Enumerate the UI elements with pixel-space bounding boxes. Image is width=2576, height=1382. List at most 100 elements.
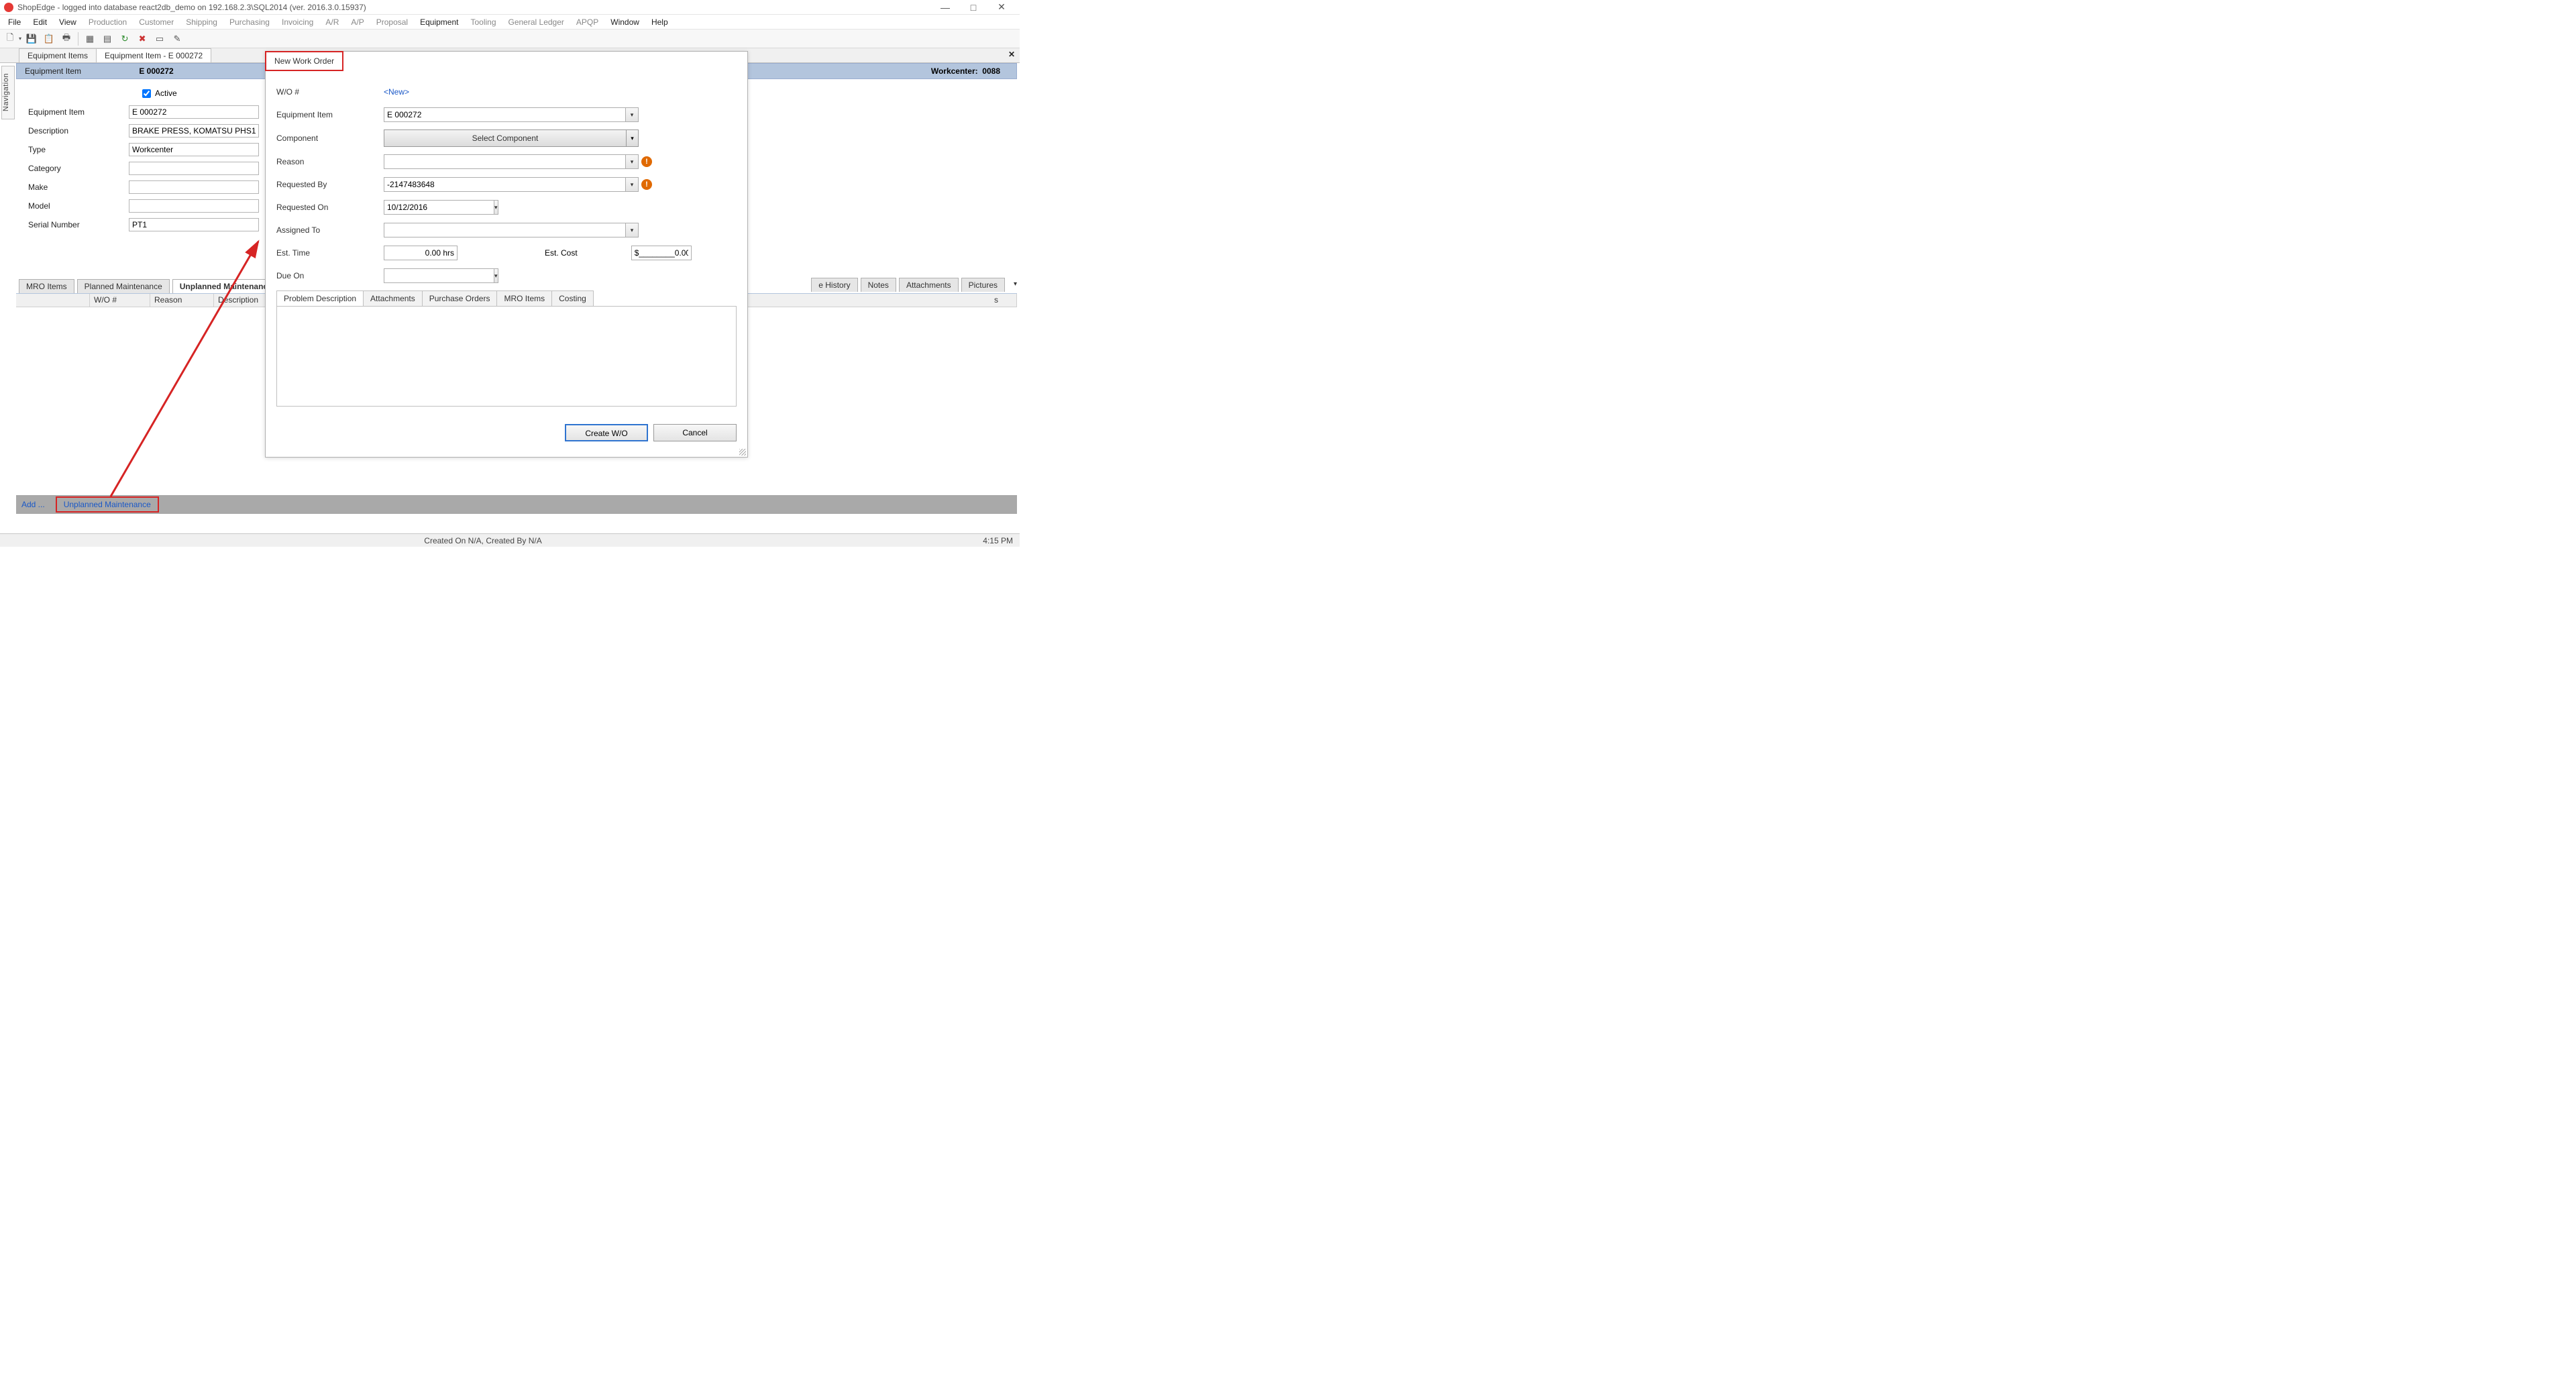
grid-col-description[interactable]: Description: [214, 294, 268, 307]
menu-proposal[interactable]: Proposal: [371, 16, 413, 28]
menu-edit[interactable]: Edit: [28, 16, 52, 28]
close-button[interactable]: ✕: [987, 1, 1016, 13]
unplanned-maintenance-button[interactable]: Unplanned Maintenance: [56, 496, 159, 513]
dlg-assigned-to-input[interactable]: [384, 223, 625, 237]
problem-description-textarea[interactable]: [276, 306, 737, 407]
tab-equipment-items[interactable]: Equipment Items: [19, 48, 97, 62]
dlg-est-time-input[interactable]: [384, 246, 458, 260]
new-work-order-dialog: New Work Order W/O # <New> Equipment Ite…: [265, 51, 748, 458]
grid2-icon[interactable]: ▤: [100, 32, 115, 46]
new-icon[interactable]: 🗋: [3, 32, 17, 46]
chevron-down-icon[interactable]: ▾: [625, 107, 639, 122]
dlg-component-label: Component: [276, 134, 384, 143]
menu-file[interactable]: File: [3, 16, 26, 28]
dlg-due-on-label: Due On: [276, 271, 384, 280]
subtab-notes[interactable]: Notes: [861, 278, 896, 292]
wo-number-value: <New>: [384, 87, 409, 97]
menu-shipping[interactable]: Shipping: [180, 16, 223, 28]
grid-col-s[interactable]: s: [990, 294, 1017, 307]
error-icon: !: [641, 179, 652, 190]
cancel-button[interactable]: Cancel: [653, 424, 737, 441]
dlg-due-on-combo[interactable]: ▾: [384, 268, 464, 283]
model-input[interactable]: [129, 199, 259, 213]
menubar: File Edit View Production Customer Shipp…: [0, 15, 1020, 30]
menu-gl[interactable]: General Ledger: [503, 16, 570, 28]
dlg-requested-on-input[interactable]: [384, 200, 494, 215]
active-checkbox[interactable]: [142, 89, 151, 98]
maximize-button[interactable]: □: [959, 2, 987, 13]
dlg-requested-by-input[interactable]: [384, 177, 625, 192]
dlg-equipment-input[interactable]: [384, 107, 625, 122]
tabs-overflow-icon[interactable]: ▾: [1014, 280, 1017, 288]
description-input[interactable]: [129, 124, 259, 138]
category-input[interactable]: [129, 162, 259, 175]
menu-view[interactable]: View: [54, 16, 82, 28]
subtab-mro-items[interactable]: MRO Items: [19, 279, 74, 293]
select-component-dropdown-icon[interactable]: ▾: [627, 129, 639, 147]
menu-equipment[interactable]: Equipment: [415, 16, 464, 28]
select-component-button[interactable]: Select Component: [384, 129, 627, 147]
dlg-assigned-to-combo[interactable]: ▾: [384, 223, 639, 237]
create-wo-button[interactable]: Create W/O: [565, 424, 648, 441]
dialog-inner-tabs: Problem Description Attachments Purchase…: [276, 290, 737, 306]
dlg-requested-on-combo[interactable]: ▾: [384, 200, 464, 215]
status-bar: Created On N/A, Created By N/A 4:15 PM: [0, 533, 1020, 547]
resize-grip-icon[interactable]: [739, 449, 746, 456]
menu-help[interactable]: Help: [646, 16, 674, 28]
copy-icon[interactable]: 📋: [42, 32, 56, 46]
make-input[interactable]: [129, 180, 259, 194]
serial-input[interactable]: [129, 218, 259, 231]
menu-customer[interactable]: Customer: [133, 16, 179, 28]
dlg-est-time-label: Est. Time: [276, 248, 384, 258]
chevron-down-icon[interactable]: ▾: [625, 223, 639, 237]
dlg-est-cost-input[interactable]: [631, 246, 692, 260]
menu-ap[interactable]: A/P: [345, 16, 369, 28]
header-workcenter-label: Workcenter:: [931, 66, 978, 76]
save-icon[interactable]: 💾: [24, 32, 39, 46]
chevron-down-icon[interactable]: ▾: [625, 177, 639, 192]
new-dropdown-icon[interactable]: ▾: [19, 36, 21, 42]
chevron-down-icon[interactable]: ▾: [494, 200, 498, 215]
subtab-history[interactable]: e History: [811, 278, 857, 292]
subtab-planned-maintenance[interactable]: Planned Maintenance: [77, 279, 170, 293]
titlebar: ShopEdge - logged into database react2db…: [0, 0, 1020, 15]
subtab-pictures[interactable]: Pictures: [961, 278, 1005, 292]
add-button[interactable]: Add ...: [21, 500, 45, 509]
delete-icon[interactable]: ✖: [135, 32, 150, 46]
tab-equipment-item-detail[interactable]: Equipment Item - E 000272: [96, 48, 211, 62]
menu-window[interactable]: Window: [605, 16, 645, 28]
equipment-item-input[interactable]: [129, 105, 259, 119]
menu-tooling[interactable]: Tooling: [465, 16, 501, 28]
menu-invoicing[interactable]: Invoicing: [276, 16, 319, 28]
dlg-reason-input[interactable]: [384, 154, 625, 169]
grid-col-wo[interactable]: W/O #: [90, 294, 150, 307]
chevron-down-icon[interactable]: ▾: [494, 268, 498, 283]
navigation-panel-tab[interactable]: Navigation: [1, 66, 15, 119]
subtab-attachments[interactable]: Attachments: [899, 278, 959, 292]
form-icon[interactable]: ▭: [152, 32, 167, 46]
menu-apqp[interactable]: APQP: [571, 16, 604, 28]
chevron-down-icon[interactable]: ▾: [625, 154, 639, 169]
refresh-icon[interactable]: ↻: [117, 32, 132, 46]
edit-icon[interactable]: ✎: [170, 32, 184, 46]
tab-costing[interactable]: Costing: [551, 290, 594, 306]
dlg-requested-by-combo[interactable]: ▾: [384, 177, 639, 192]
tab-purchase-orders[interactable]: Purchase Orders: [422, 290, 498, 306]
tab-close-icon[interactable]: ✕: [1006, 50, 1017, 59]
menu-production[interactable]: Production: [83, 16, 132, 28]
subtab-unplanned-maintenance[interactable]: Unplanned Maintenance: [172, 279, 280, 293]
tab-problem-description[interactable]: Problem Description: [276, 290, 364, 306]
minimize-button[interactable]: —: [931, 2, 959, 13]
grid-col-reason[interactable]: Reason: [150, 294, 214, 307]
type-input[interactable]: [129, 143, 259, 156]
tab-attachments[interactable]: Attachments: [363, 290, 423, 306]
menu-purchasing[interactable]: Purchasing: [224, 16, 275, 28]
dlg-reason-combo[interactable]: ▾: [384, 154, 639, 169]
dlg-due-on-input[interactable]: [384, 268, 494, 283]
grid-icon[interactable]: ▦: [83, 32, 97, 46]
dlg-equipment-combo[interactable]: ▾: [384, 107, 639, 122]
toolbar: 🗋 ▾ 💾 📋 🖶 ▦ ▤ ↻ ✖ ▭ ✎: [0, 30, 1020, 48]
menu-ar[interactable]: A/R: [320, 16, 344, 28]
tab-mro-items[interactable]: MRO Items: [496, 290, 552, 306]
print-icon[interactable]: 🖶: [59, 32, 74, 46]
